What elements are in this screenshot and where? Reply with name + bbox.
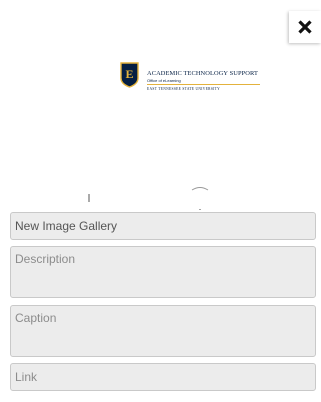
close-button[interactable] [289, 11, 321, 43]
gallery-title-input[interactable] [10, 212, 316, 240]
preview-artifacts [88, 187, 209, 210]
close-icon [298, 20, 312, 34]
link-input[interactable] [10, 363, 316, 391]
caption-input[interactable] [10, 305, 316, 357]
image-preview: E ACADEMIC TECHNOLOGY SUPPORT Office of … [0, 44, 321, 210]
description-input[interactable] [10, 246, 316, 298]
